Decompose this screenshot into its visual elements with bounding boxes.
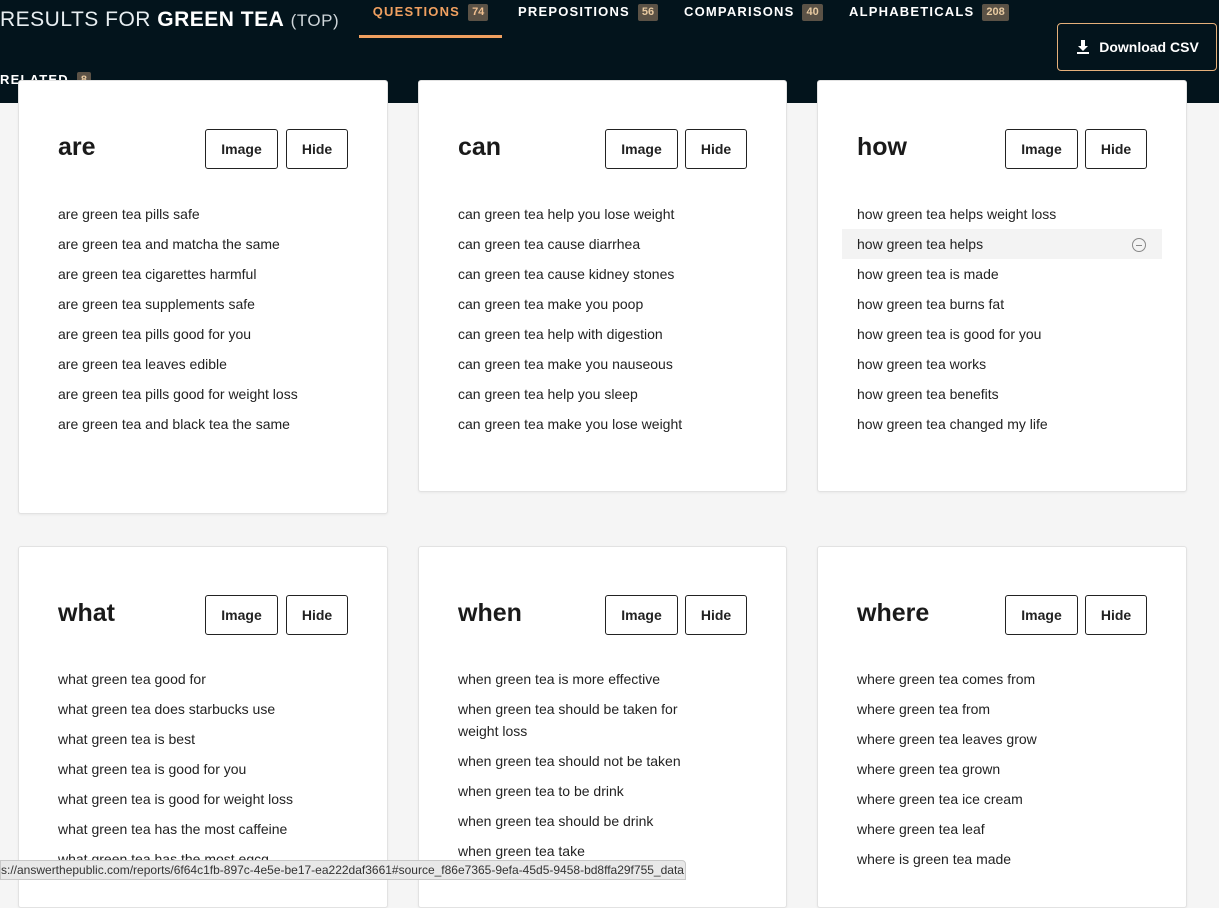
- card-title: are: [58, 133, 96, 161]
- hide-button[interactable]: Hide: [1085, 595, 1147, 635]
- search-term: GREEN TEA: [157, 8, 285, 31]
- list-item[interactable]: are green tea leaves edible: [58, 353, 298, 375]
- list-item[interactable]: when green tea is more effective: [458, 668, 698, 690]
- image-button[interactable]: Image: [1005, 129, 1078, 169]
- card-how: how Image Hide how green tea helps weigh…: [817, 80, 1187, 492]
- list-item[interactable]: can green tea cause diarrhea: [458, 233, 748, 255]
- list-item[interactable]: can green tea help you sleep: [458, 383, 748, 405]
- image-button[interactable]: Image: [1005, 595, 1078, 635]
- list-item[interactable]: where is green tea made: [857, 848, 1147, 870]
- list-item[interactable]: where green tea grown: [857, 758, 1147, 780]
- results-title: RESULTS FOR GREEN TEA (TOP): [0, 8, 339, 32]
- list-item[interactable]: how green tea is made: [857, 263, 1147, 285]
- browser-status-bar: s://answerthepublic.com/reports/6f64c1fb…: [0, 860, 686, 880]
- tab-label: ALPHABETICALS: [849, 4, 975, 19]
- list-item[interactable]: what green tea is best: [58, 728, 348, 750]
- card-are: are Image Hide are green tea pills safe …: [18, 80, 388, 514]
- list-item[interactable]: how green tea benefits: [857, 383, 1147, 405]
- list-item[interactable]: when green tea should be drink: [458, 810, 698, 832]
- list-item[interactable]: are green tea pills safe: [58, 203, 298, 225]
- list-item[interactable]: can green tea make you poop: [458, 293, 748, 315]
- list-item[interactable]: when green tea take: [458, 840, 698, 862]
- image-button[interactable]: Image: [605, 595, 678, 635]
- list-item[interactable]: what green tea good for: [58, 668, 348, 690]
- suggestion-list: where green tea comes from where green t…: [857, 668, 1147, 878]
- tab-label: COMPARISONS: [684, 4, 795, 19]
- image-button[interactable]: Image: [205, 595, 278, 635]
- results-prefix: RESULTS FOR: [0, 8, 158, 31]
- image-button[interactable]: Image: [205, 129, 278, 169]
- list-item[interactable]: can green tea make you nauseous: [458, 353, 748, 375]
- list-item[interactable]: how green tea helps weight loss: [857, 203, 1147, 225]
- card-title: can: [458, 133, 502, 161]
- list-item[interactable]: are green tea pills good for you: [58, 323, 298, 345]
- list-item[interactable]: where green tea from: [857, 698, 1147, 720]
- hide-button[interactable]: Hide: [685, 129, 747, 169]
- tab-count-badge: 40: [802, 4, 823, 21]
- tab-label: PREPOSITIONS: [518, 4, 630, 19]
- list-item[interactable]: how green tea is good for you: [857, 323, 1147, 345]
- list-item[interactable]: can green tea cause kidney stones: [458, 263, 748, 285]
- tab-alphabeticals[interactable]: ALPHABETICALS 208: [849, 0, 1009, 38]
- tab-count-badge: 208: [982, 4, 1009, 21]
- list-item[interactable]: what green tea does starbucks use: [58, 698, 348, 720]
- hide-button[interactable]: Hide: [286, 595, 348, 635]
- card-can: can Image Hide can green tea help you lo…: [418, 80, 787, 492]
- card-where: where Image Hide where green tea comes f…: [817, 546, 1187, 908]
- list-item[interactable]: what green tea is good for weight loss: [58, 788, 348, 810]
- suggestion-list: can green tea help you lose weight can g…: [458, 203, 748, 443]
- card-what: what Image Hide what green tea good for …: [18, 546, 388, 908]
- list-item[interactable]: are green tea pills good for weight loss: [58, 383, 298, 405]
- suggestion-list: when green tea is more effective when gr…: [458, 668, 698, 870]
- list-item[interactable]: when green tea should not be taken: [458, 750, 698, 772]
- download-icon: [1077, 40, 1090, 54]
- list-item[interactable]: can green tea make you lose weight: [458, 413, 748, 435]
- tab-questions[interactable]: QUESTIONS 74: [359, 0, 502, 38]
- image-button[interactable]: Image: [605, 129, 678, 169]
- remove-icon[interactable]: [1132, 238, 1146, 252]
- card-when: when Image Hide when green tea is more e…: [418, 546, 787, 908]
- list-item[interactable]: are green tea and black tea the same: [58, 413, 298, 435]
- list-item[interactable]: where green tea leaves grow: [857, 728, 1147, 750]
- list-item[interactable]: can green tea help you lose weight: [458, 203, 748, 225]
- list-item[interactable]: are green tea and matcha the same: [58, 233, 298, 255]
- tab-count-badge: 56: [637, 4, 659, 21]
- suggestion-list: are green tea pills safe are green tea a…: [58, 203, 298, 443]
- tab-count-badge: 74: [468, 4, 489, 21]
- list-item[interactable]: where green tea leaf: [857, 818, 1147, 840]
- list-item[interactable]: where green tea comes from: [857, 668, 1147, 690]
- results-mode: (TOP): [290, 11, 340, 30]
- list-item[interactable]: how green tea changed my life: [857, 413, 1147, 435]
- suggestion-list: what green tea good for what green tea d…: [58, 668, 348, 878]
- list-item[interactable]: what green tea has the most caffeine: [58, 818, 348, 840]
- hide-button[interactable]: Hide: [286, 129, 348, 169]
- download-csv-button[interactable]: Download CSV: [1057, 23, 1217, 71]
- list-item[interactable]: when green tea to be drink: [458, 780, 698, 802]
- list-item[interactable]: are green tea cigarettes harmful: [58, 263, 298, 285]
- list-item[interactable]: are green tea supplements safe: [58, 293, 298, 315]
- list-item[interactable]: can green tea help with digestion: [458, 323, 748, 345]
- list-item[interactable]: how green tea works: [857, 353, 1147, 375]
- list-item-hovered[interactable]: how green tea helps: [842, 229, 1162, 259]
- list-item[interactable]: how green tea burns fat: [857, 293, 1147, 315]
- list-item[interactable]: when green tea should be taken for weigh…: [458, 698, 698, 742]
- list-item-text: how green tea helps: [857, 236, 984, 252]
- card-title: where: [857, 599, 930, 627]
- card-title: what: [58, 599, 115, 627]
- card-title: how: [857, 133, 907, 161]
- card-title: when: [458, 599, 522, 627]
- list-item[interactable]: where green tea ice cream: [857, 788, 1147, 810]
- list-item[interactable]: what green tea is good for you: [58, 758, 348, 780]
- suggestion-list: how green tea helps weight loss how gree…: [842, 203, 1162, 443]
- download-label: Download CSV: [1099, 39, 1199, 55]
- hide-button[interactable]: Hide: [1085, 129, 1147, 169]
- hide-button[interactable]: Hide: [685, 595, 747, 635]
- tab-label: QUESTIONS: [372, 4, 461, 19]
- tab-prepositions[interactable]: PREPOSITIONS 56: [518, 0, 659, 38]
- tab-comparisons[interactable]: COMPARISONS 40: [684, 0, 823, 38]
